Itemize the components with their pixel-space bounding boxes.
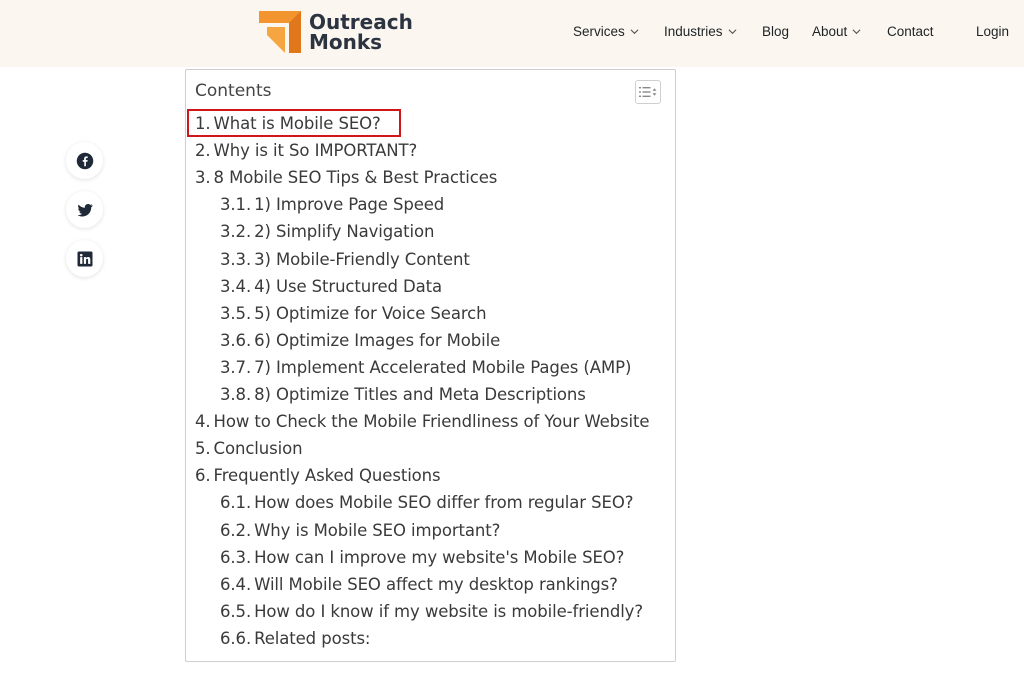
- linkedin-share-button[interactable]: [66, 240, 103, 277]
- toc-item-number: 6.5.: [220, 602, 252, 621]
- toc-item[interactable]: 3.8. 8) Optimize Titles and Meta Descript…: [220, 385, 586, 404]
- toc-item-label: Related posts:: [254, 629, 371, 648]
- nav-contact[interactable]: Contact: [887, 24, 934, 39]
- toc-toggle-button[interactable]: [635, 80, 661, 104]
- toc-item-label: 4) Use Structured Data: [254, 277, 443, 296]
- toc-item-number: 2.: [195, 141, 211, 160]
- nav-about[interactable]: About: [812, 24, 861, 39]
- toc-title: Contents: [195, 81, 272, 101]
- twitter-icon: [77, 203, 93, 217]
- toc-item[interactable]: 3. 8 Mobile SEO Tips & Best Practices: [195, 168, 497, 187]
- nav-services-label: Services: [573, 24, 625, 39]
- toc-item-number: 6.4.: [220, 575, 252, 594]
- toc-item-label: How to Check the Mobile Friendliness of …: [213, 412, 650, 431]
- toc-item-label: Frequently Asked Questions: [213, 466, 441, 485]
- toc-item[interactable]: 4. How to Check the Mobile Friendliness o…: [195, 412, 650, 431]
- toc-item-number: 3.8.: [220, 385, 252, 404]
- toc-item-label: How does Mobile SEO differ from regular …: [254, 493, 634, 512]
- nav-contact-label: Contact: [887, 24, 934, 39]
- toc-item-label: 8) Optimize Titles and Meta Descriptions: [254, 385, 586, 404]
- toc-item-label: 2) Simplify Navigation: [254, 222, 435, 241]
- logo-text: Outreach Monks: [309, 12, 413, 52]
- toc-item-number: 5.: [195, 439, 211, 458]
- toc-item-number: 6.: [195, 466, 211, 485]
- toc-item-number: 6.1.: [220, 493, 252, 512]
- brand-line1: Outreach: [309, 10, 413, 34]
- toc-item-number: 6.6.: [220, 629, 252, 648]
- toc-item[interactable]: 3.6. 6) Optimize Images for Mobile: [220, 331, 500, 350]
- toc-item-number: 3.7.: [220, 358, 252, 377]
- nav-blog-label: Blog: [762, 24, 790, 39]
- list-toggle-icon: [639, 87, 657, 97]
- toc-item-label: 8 Mobile SEO Tips & Best Practices: [213, 168, 498, 187]
- toc-item[interactable]: 3.5. 5) Optimize for Voice Search: [220, 304, 487, 323]
- toc-item-label: 5) Optimize for Voice Search: [254, 304, 487, 323]
- nav-login-label: Login: [976, 24, 1010, 39]
- toc-item[interactable]: 3.2. 2) Simplify Navigation: [220, 222, 434, 241]
- chevron-down-icon: [852, 29, 861, 35]
- toc-item[interactable]: 6.1. How does Mobile SEO differ from regu…: [220, 493, 633, 512]
- toc-item[interactable]: 6.3. How can I improve my website's Mobil…: [220, 548, 624, 567]
- twitter-share-button[interactable]: [66, 191, 103, 228]
- toc-item-number: 6.2.: [220, 521, 252, 540]
- toc-item-label: Why is Mobile SEO important?: [254, 521, 501, 540]
- nav-industries-label: Industries: [664, 24, 723, 39]
- toc-item-label: 1) Improve Page Speed: [254, 195, 445, 214]
- toc-item-label: How can I improve my website's Mobile SE…: [254, 548, 625, 567]
- nav-services[interactable]: Services: [573, 24, 639, 39]
- toc-item[interactable]: 3.7. 7) Implement Accelerated Mobile Page…: [220, 358, 631, 377]
- toc-item[interactable]: 6.6. Related posts:: [220, 629, 371, 648]
- toc-item[interactable]: 6.5. How do I know if my website is mobil…: [220, 602, 643, 621]
- toc-item-number: 3.5.: [220, 304, 252, 323]
- toc-item-label: Will Mobile SEO affect my desktop rankin…: [254, 575, 618, 594]
- toc-item[interactable]: 2. Why is it So IMPORTANT?: [195, 141, 417, 160]
- toc-item-number: 3.2.: [220, 222, 252, 241]
- toc-item[interactable]: 6.2. Why is Mobile SEO important?: [220, 521, 500, 540]
- toc-item-label: Conclusion: [213, 439, 303, 458]
- facebook-share-button[interactable]: [66, 142, 103, 179]
- brand-line2: Monks: [309, 30, 383, 54]
- toc-item[interactable]: 3.1. 1) Improve Page Speed: [220, 195, 444, 214]
- nav-about-label: About: [812, 24, 848, 39]
- logo[interactable]: Outreach Monks: [259, 11, 413, 53]
- toc-item[interactable]: 3.3. 3) Mobile-Friendly Content: [220, 250, 470, 269]
- toc-item-number: 3.3.: [220, 250, 252, 269]
- toc-item-number: 3.4.: [220, 277, 252, 296]
- toc-item-label: 3) Mobile-Friendly Content: [254, 250, 470, 269]
- nav-industries[interactable]: Industries: [664, 24, 737, 39]
- linkedin-icon: [77, 251, 92, 266]
- site-header: Outreach Monks Services Industries Blog …: [0, 0, 1024, 67]
- toc-item-label: Why is it So IMPORTANT?: [213, 141, 418, 160]
- toc-item-label: 6) Optimize Images for Mobile: [254, 331, 501, 350]
- toc-item[interactable]: 6.4. Will Mobile SEO affect my desktop ra…: [220, 575, 618, 594]
- toc-item[interactable]: 6. Frequently Asked Questions: [195, 466, 441, 485]
- highlight-annotation-box: [187, 109, 401, 137]
- toc-item-label: How do I know if my website is mobile-fr…: [254, 602, 644, 621]
- facebook-icon: [76, 152, 93, 169]
- toc-item-number: 3.: [195, 168, 211, 187]
- toc-item-number: 3.1.: [220, 195, 252, 214]
- toc-item-number: 6.3.: [220, 548, 252, 567]
- toc-item-number: 3.6.: [220, 331, 252, 350]
- toc-item-number: 4.: [195, 412, 211, 431]
- nav-blog[interactable]: Blog: [762, 24, 789, 39]
- toc-item-label: 7) Implement Accelerated Mobile Pages (A…: [254, 358, 632, 377]
- nav-login[interactable]: Login: [976, 24, 1009, 39]
- outreach-monks-logo-icon: [259, 11, 301, 53]
- chevron-down-icon: [630, 29, 639, 35]
- toc-item[interactable]: 5. Conclusion: [195, 439, 303, 458]
- chevron-down-icon: [728, 29, 737, 35]
- toc-item[interactable]: 3.4. 4) Use Structured Data: [220, 277, 442, 296]
